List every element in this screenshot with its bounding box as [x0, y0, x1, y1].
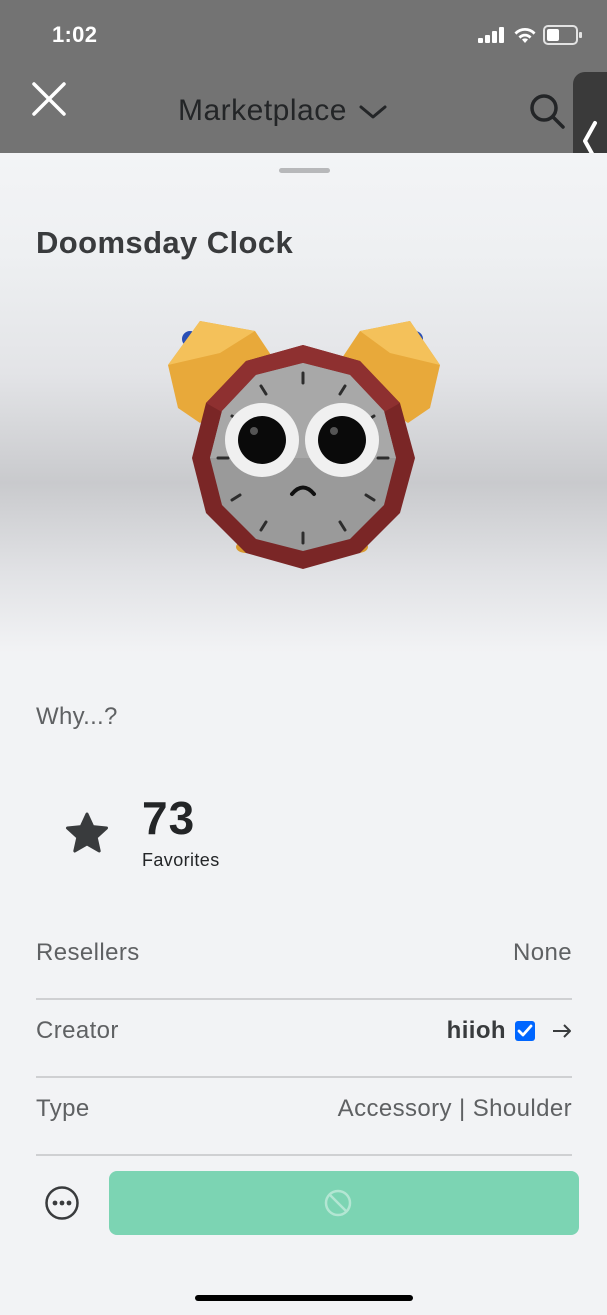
- favorites-count: 73: [142, 792, 196, 844]
- nav-bar: Marketplace: [0, 70, 607, 153]
- creator-name[interactable]: hiioh: [447, 1017, 506, 1045]
- drag-handle[interactable]: [279, 168, 330, 173]
- home-indicator: [195, 1295, 413, 1301]
- battery-icon: [543, 25, 582, 45]
- item-detail-sheet: Doomsday Clock Why...? 73 Favorites Rese…: [0, 153, 607, 1315]
- status-time: 1:02: [52, 22, 98, 47]
- favorites-label: Favorites: [142, 850, 220, 870]
- chevron-down-icon: [359, 105, 387, 119]
- wifi-icon: [514, 28, 536, 43]
- creator-link[interactable]: hiioh: [447, 1017, 572, 1045]
- item-title: Doomsday Clock: [36, 225, 294, 260]
- resellers-label: Resellers: [36, 939, 140, 966]
- resellers-row: Resellers None: [36, 921, 572, 1000]
- nav-title: Marketplace: [178, 94, 347, 127]
- not-allowed-icon: [324, 1189, 352, 1217]
- arrow-right-icon[interactable]: [552, 1023, 572, 1039]
- resellers-value: None: [513, 939, 572, 966]
- type-label: Type: [36, 1095, 90, 1122]
- item-description: Why...?: [36, 703, 118, 730]
- item-thumbnail: [168, 321, 440, 569]
- type-value: Accessory | Shoulder: [337, 1095, 572, 1122]
- verified-badge-icon: [515, 1021, 535, 1041]
- buy-button[interactable]: [109, 1171, 579, 1235]
- star-icon[interactable]: [64, 811, 110, 855]
- more-options-icon[interactable]: [44, 1185, 80, 1221]
- type-row: Type Accessory | Shoulder: [36, 1077, 572, 1156]
- creator-row[interactable]: Creator hiioh: [36, 999, 572, 1078]
- close-icon[interactable]: [30, 80, 68, 118]
- signal-icon: [478, 27, 504, 43]
- search-icon[interactable]: [528, 92, 566, 130]
- marketplace-dropdown[interactable]: Marketplace: [178, 94, 387, 128]
- status-bar: 1:02: [0, 0, 607, 70]
- creator-label: Creator: [36, 1017, 119, 1044]
